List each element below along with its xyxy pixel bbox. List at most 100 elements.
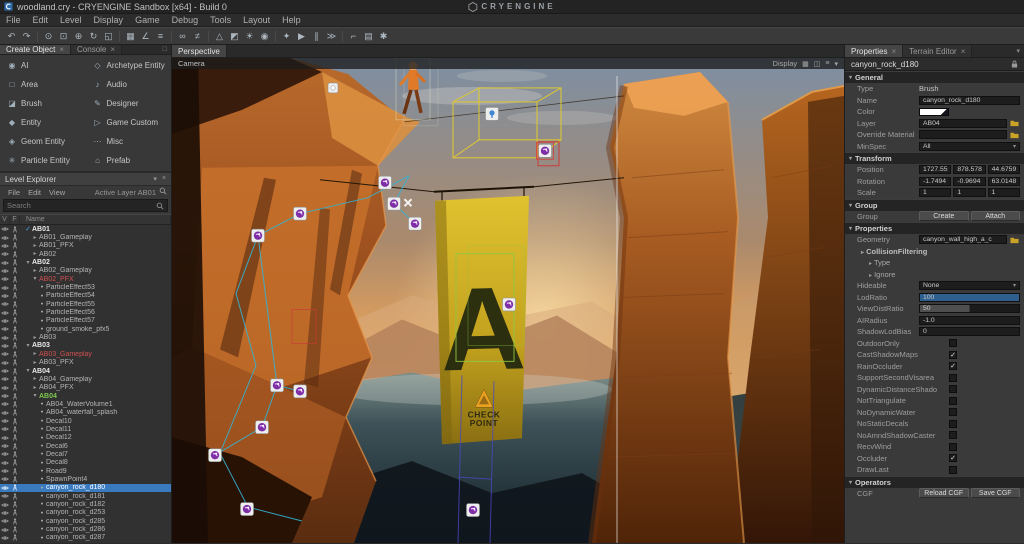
freeze-icon[interactable] xyxy=(10,459,20,466)
lock-icon[interactable] xyxy=(1011,60,1018,68)
visibility-eye-icon[interactable] xyxy=(0,435,10,441)
visibility-eye-icon[interactable] xyxy=(0,335,10,341)
freeze-icon[interactable] xyxy=(10,468,20,475)
property-row-noamndshadowcaster[interactable]: NoAmndShadowCaster xyxy=(845,430,1024,442)
freeze-icon[interactable] xyxy=(10,334,20,341)
menu-tools[interactable]: Tools xyxy=(204,15,237,25)
scale-z-field[interactable]: 1 xyxy=(988,188,1020,197)
property-row-group[interactable]: GroupCreateAttach xyxy=(845,211,1024,223)
freeze-icon[interactable] xyxy=(10,342,20,349)
particle-effect-icon[interactable] xyxy=(256,421,269,434)
visibility-eye-icon[interactable] xyxy=(0,451,10,457)
tab-create-object[interactable]: Create Object × xyxy=(0,45,71,54)
freeze-icon[interactable] xyxy=(10,434,20,441)
particle-effect-icon[interactable] xyxy=(241,503,254,516)
freeze-icon[interactable] xyxy=(10,309,20,316)
particle-effect-icon[interactable] xyxy=(467,504,480,517)
tree-row[interactable]: ●canyon_rock_d253 xyxy=(0,509,171,517)
create-button[interactable]: Create xyxy=(919,211,969,221)
particle-effect-icon[interactable] xyxy=(388,197,401,210)
visibility-eye-icon[interactable] xyxy=(0,276,10,282)
create-geom-entity-button[interactable]: ◈Geom Entity xyxy=(0,132,86,151)
tree-row[interactable]: ▾AB02 xyxy=(0,258,171,266)
material-icon[interactable]: ◩ xyxy=(227,29,242,43)
menu-display[interactable]: Display xyxy=(88,15,130,25)
snap-grid-icon[interactable]: ▦ xyxy=(123,29,138,43)
menu-debug[interactable]: Debug xyxy=(166,15,205,25)
chevron-down-icon[interactable]: ▾ xyxy=(834,60,838,68)
create-archetype-entity-button[interactable]: ◇Archetype Entity xyxy=(86,56,172,75)
visibility-eye-icon[interactable] xyxy=(0,418,10,424)
freeze-icon[interactable] xyxy=(10,401,20,408)
freeze-icon[interactable] xyxy=(10,226,20,233)
rotation-y-field[interactable]: -0.9694 xyxy=(953,177,985,186)
property-row-recvwind[interactable]: RecvWind xyxy=(845,441,1024,453)
collapsed-icon[interactable]: ▸ xyxy=(31,335,39,341)
menu-help[interactable]: Help xyxy=(276,15,307,25)
property-row-minspec[interactable]: MinSpecAll▾ xyxy=(845,141,1024,153)
rainoccluder-checkbox[interactable]: ✓ xyxy=(949,362,957,370)
property-row-dynamicdistanceshado[interactable]: DynamicDistanceShado xyxy=(845,384,1024,396)
override-material-field[interactable] xyxy=(919,130,1007,139)
nodynamicwater-checkbox[interactable] xyxy=(949,408,957,416)
visibility-eye-icon[interactable] xyxy=(0,535,10,541)
layers-icon[interactable]: ▤ xyxy=(361,29,376,43)
unlink-icon[interactable]: ≠ xyxy=(190,29,205,43)
pause-icon[interactable]: ∥ xyxy=(309,29,324,43)
tab-console[interactable]: Console × xyxy=(71,45,122,54)
viewdistratio-slider[interactable]: 50 xyxy=(919,304,1020,313)
visibility-eye-icon[interactable] xyxy=(0,360,10,366)
section-transform[interactable]: ▾Transform xyxy=(845,152,1024,164)
section-group[interactable]: ▾Group xyxy=(845,199,1024,211)
tree-row[interactable]: ▾AB02_PFX xyxy=(0,275,171,283)
collapsed-icon[interactable]: ▸ xyxy=(31,268,39,274)
create-brush-button[interactable]: ◪Brush xyxy=(0,94,86,113)
search-box[interactable] xyxy=(3,199,168,212)
noamndshadowcaster-checkbox[interactable] xyxy=(949,431,957,439)
expanded-icon[interactable]: ▾ xyxy=(24,368,32,374)
property-row-lodratio[interactable]: LodRatio100 xyxy=(845,292,1024,304)
scale-x-field[interactable]: 1 xyxy=(919,188,951,197)
geometry-field[interactable]: canyon_wall_high_a_c xyxy=(919,235,1007,244)
freeze-icon[interactable] xyxy=(10,501,20,508)
freeze-icon[interactable] xyxy=(10,409,20,416)
visibility-eye-icon[interactable] xyxy=(0,285,10,291)
layer-field[interactable]: AB04 xyxy=(919,119,1007,128)
tree-row[interactable]: ▾AB04 xyxy=(0,392,171,400)
position-x-field[interactable]: 1727.55 xyxy=(919,165,951,174)
property-row-nodynamicwater[interactable]: NoDynamicWater xyxy=(845,407,1024,419)
visibility-eye-icon[interactable] xyxy=(0,351,10,357)
chevron-down-icon[interactable]: ▾ xyxy=(153,175,157,183)
collapsed-icon[interactable]: ▸ xyxy=(31,376,39,382)
tree-row[interactable]: ▾AB03 xyxy=(0,342,171,350)
rotation-z-field[interactable]: 63.0148 xyxy=(988,177,1020,186)
close-icon[interactable]: × xyxy=(961,47,966,56)
create-particle-entity-button[interactable]: ✳Particle Entity xyxy=(0,151,86,170)
display-list-icon[interactable]: ≡ xyxy=(825,60,829,67)
freeze-icon[interactable] xyxy=(10,418,20,425)
visibility-eye-icon[interactable] xyxy=(0,518,10,524)
particle-effect-icon[interactable] xyxy=(252,229,265,242)
particle-effect-selected-icon[interactable] xyxy=(537,142,554,159)
visibility-eye-icon[interactable] xyxy=(0,293,10,299)
tree-row[interactable]: ▸AB03_Gameplay xyxy=(0,350,171,358)
save-cgf-button[interactable]: Save CGF xyxy=(971,488,1021,498)
property-subitem[interactable]: ▸ Ignore xyxy=(849,270,895,279)
tree-row[interactable]: ●Decal6 xyxy=(0,442,171,450)
outdooronly-checkbox[interactable] xyxy=(949,339,957,347)
tree-row[interactable]: ✓AB01 xyxy=(0,225,171,233)
tree-row[interactable]: ●canyon_rock_d180 xyxy=(0,484,171,492)
viewport-panel[interactable]: Perspective Camera Display ▦ ◫ ≡ ▾ xyxy=(172,45,844,543)
move-icon[interactable]: ⊕ xyxy=(71,29,86,43)
tree-row[interactable]: ▸AB01_Gameplay xyxy=(0,233,171,241)
freeze-icon[interactable] xyxy=(10,284,20,291)
create-area-button[interactable]: □Area xyxy=(0,75,86,94)
folder-icon[interactable] xyxy=(1009,119,1020,127)
tree-row[interactable]: ●SpawnPoint4 xyxy=(0,475,171,483)
visibility-eye-icon[interactable] xyxy=(0,493,10,499)
scale-icon[interactable]: ◱ xyxy=(101,29,116,43)
tree-row[interactable]: ●ParticleEffect53 xyxy=(0,283,171,291)
camera-icon[interactable]: ◉ xyxy=(257,29,272,43)
freeze-icon[interactable] xyxy=(10,376,20,383)
property-row-cgf[interactable]: CGFReload CGFSave CGF xyxy=(845,488,1024,500)
